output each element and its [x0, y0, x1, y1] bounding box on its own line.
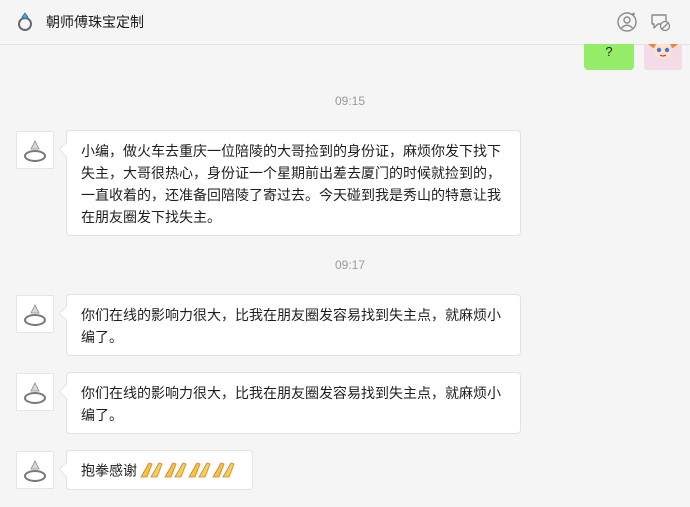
self-message-bubble[interactable]: ?	[584, 44, 634, 70]
add-contact-icon[interactable]	[615, 10, 639, 34]
message-text: 小编，做火车去重庆一位陪陵的大哥捡到的身份证，麻烦你发下找下失主，大哥很热心，身…	[81, 143, 501, 225]
message-bubble[interactable]: 你们在线的影响力很大，比我在朋友圈发容易找到失主点，就麻烦小编了。	[66, 372, 521, 434]
message-text: 抱拳感谢	[81, 462, 137, 479]
ring-avatar-icon	[24, 382, 46, 404]
message-text: 你们在线的影响力很大，比我在朋友圈发容易找到失主点，就麻烦小编了。	[81, 307, 501, 345]
chat-header: 朝师傅珠宝定制	[0, 0, 690, 45]
message-bubble[interactable]: 你们在线的影响力很大，比我在朋友圈发容易找到失主点，就麻烦小编了。	[66, 294, 521, 356]
self-avatar[interactable]	[644, 44, 682, 70]
chat-settings-icon[interactable]	[648, 10, 672, 34]
message-bubble[interactable]: 抱拳感谢	[66, 450, 253, 490]
clap-hands-icon	[140, 462, 235, 478]
ring-logo-icon	[18, 12, 32, 31]
ring-avatar-icon	[24, 304, 46, 326]
timestamp: 09:17	[334, 258, 366, 272]
timestamp: 09:15	[334, 94, 366, 108]
contact-avatar[interactable]	[16, 295, 54, 333]
chat-title: 朝师傅珠宝定制	[46, 14, 144, 30]
ring-avatar-icon	[24, 460, 46, 482]
cartoon-avatar-icon	[644, 44, 682, 70]
ring-avatar-icon	[24, 140, 46, 162]
message-text: 你们在线的影响力很大，比我在朋友圈发容易找到失主点，就麻烦小编了。	[81, 385, 501, 423]
message-bubble[interactable]: 小编，做火车去重庆一位陪陵的大哥捡到的身份证，麻烦你发下找下失主，大哥很热心，身…	[66, 130, 521, 236]
emoji-group	[139, 459, 235, 485]
contact-avatar[interactable]	[16, 131, 54, 169]
contact-avatar[interactable]	[16, 451, 54, 489]
contact-avatar[interactable]	[16, 373, 54, 411]
self-message-text: ?	[605, 44, 613, 59]
